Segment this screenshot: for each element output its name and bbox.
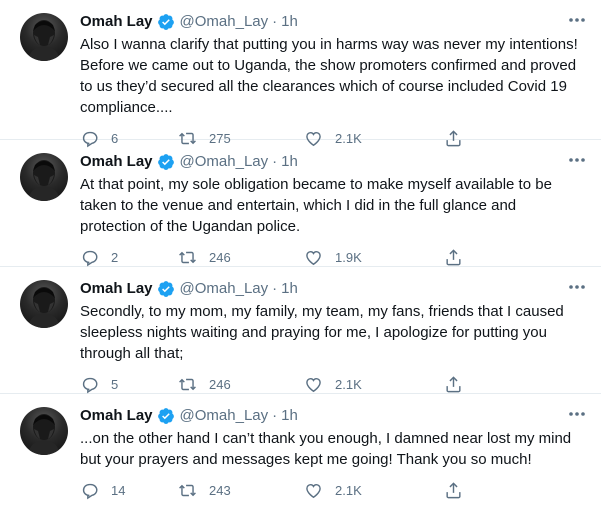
- heart-icon: [306, 483, 321, 498]
- heart-icon: [306, 377, 321, 392]
- tweet-text: Secondly, to my mom, my family, my team,…: [80, 303, 568, 362]
- avatar[interactable]: [20, 280, 68, 328]
- tweet-timestamp[interactable]: 1h: [281, 406, 298, 426]
- reply-count: 5: [111, 376, 119, 392]
- retweet-count: 246: [209, 376, 231, 392]
- retweet-button[interactable]: 246: [178, 375, 304, 394]
- author-handle[interactable]: @Omah_Lay: [180, 279, 269, 299]
- verified-badge-icon: [157, 14, 174, 30]
- separator-dot: ·: [272, 280, 278, 297]
- separator-dot: ·: [272, 407, 278, 424]
- verified-badge-icon: [157, 154, 174, 170]
- author-handle[interactable]: @Omah_Lay: [180, 152, 269, 172]
- retweet-button[interactable]: 246: [178, 248, 304, 267]
- verified-badge-icon: [157, 408, 174, 424]
- reply-button[interactable]: 5: [80, 375, 178, 394]
- retweet-icon: [179, 484, 196, 496]
- tweet-thread: Omah Lay @Omah_Lay · 1h Also I wanna cla…: [0, 0, 601, 506]
- tweet[interactable]: Omah Lay @Omah_Lay · 1h Also I wanna cla…: [0, 0, 601, 147]
- retweet-icon: [179, 378, 196, 390]
- heart-icon: [306, 250, 321, 265]
- retweet-count: 243: [209, 482, 231, 498]
- tweet[interactable]: Omah Lay @Omah_Lay · 1h ...on the other …: [0, 394, 601, 506]
- retweet-icon: [179, 251, 196, 263]
- tweet-timestamp[interactable]: 1h: [281, 279, 298, 299]
- tweet-timestamp[interactable]: 1h: [281, 12, 298, 32]
- more-dots-icon: [569, 412, 585, 416]
- avatar-photo: [28, 414, 60, 455]
- avatar[interactable]: [20, 153, 68, 201]
- reply-button[interactable]: 2: [80, 248, 178, 267]
- more-options-button[interactable]: [567, 12, 587, 28]
- reply-icon: [82, 377, 98, 393]
- retweet-button[interactable]: 243: [178, 481, 304, 500]
- share-icon: [446, 248, 461, 265]
- more-dots-icon: [569, 285, 585, 289]
- tweet-text: ...on the other hand I can’t thank you e…: [80, 430, 576, 468]
- tweet-timestamp[interactable]: 1h: [281, 152, 298, 172]
- avatar[interactable]: [20, 13, 68, 61]
- more-options-button[interactable]: [567, 279, 587, 295]
- like-count: 1.9K: [335, 249, 362, 265]
- author-name[interactable]: Omah Lay: [80, 152, 153, 172]
- share-button[interactable]: [444, 481, 463, 500]
- like-button[interactable]: 2.1K: [304, 481, 444, 500]
- avatar[interactable]: [20, 407, 68, 455]
- more-dots-icon: [569, 158, 585, 162]
- author-handle[interactable]: @Omah_Lay: [180, 406, 269, 426]
- more-options-button[interactable]: [567, 406, 587, 422]
- like-count: 2.1K: [335, 376, 362, 392]
- share-button[interactable]: [444, 375, 463, 394]
- avatar-photo: [28, 287, 60, 328]
- like-count: 2.1K: [335, 482, 362, 498]
- reply-button[interactable]: 14: [80, 481, 178, 500]
- share-button[interactable]: [444, 248, 463, 267]
- avatar-photo: [28, 160, 60, 201]
- reply-icon: [82, 483, 98, 499]
- share-icon: [446, 481, 461, 498]
- separator-dot: ·: [272, 153, 278, 170]
- like-button[interactable]: 1.9K: [304, 248, 444, 267]
- reply-count: 2: [111, 249, 119, 265]
- avatar-photo: [28, 20, 60, 61]
- reply-icon: [82, 250, 98, 266]
- author-name[interactable]: Omah Lay: [80, 279, 153, 299]
- retweet-count: 246: [209, 249, 231, 265]
- author-name[interactable]: Omah Lay: [80, 12, 153, 32]
- author-handle[interactable]: @Omah_Lay: [180, 12, 269, 32]
- tweet-text: Also I wanna clarify that putting you in…: [80, 36, 582, 116]
- reply-count: 14: [111, 482, 126, 498]
- tweet-text: At that point, my sole obligation became…: [80, 176, 557, 235]
- more-options-button[interactable]: [567, 152, 587, 168]
- tweet-actions: 14 243 2.1K: [80, 470, 587, 510]
- more-dots-icon: [569, 18, 585, 22]
- separator-dot: ·: [272, 13, 278, 30]
- verified-badge-icon: [157, 281, 174, 297]
- tweet[interactable]: Omah Lay @Omah_Lay · 1h Secondly, to my …: [0, 267, 601, 394]
- share-icon: [446, 375, 461, 392]
- author-name[interactable]: Omah Lay: [80, 406, 153, 426]
- tweet[interactable]: Omah Lay @Omah_Lay · 1h At that point, m…: [0, 140, 601, 267]
- like-button[interactable]: 2.1K: [304, 375, 444, 394]
